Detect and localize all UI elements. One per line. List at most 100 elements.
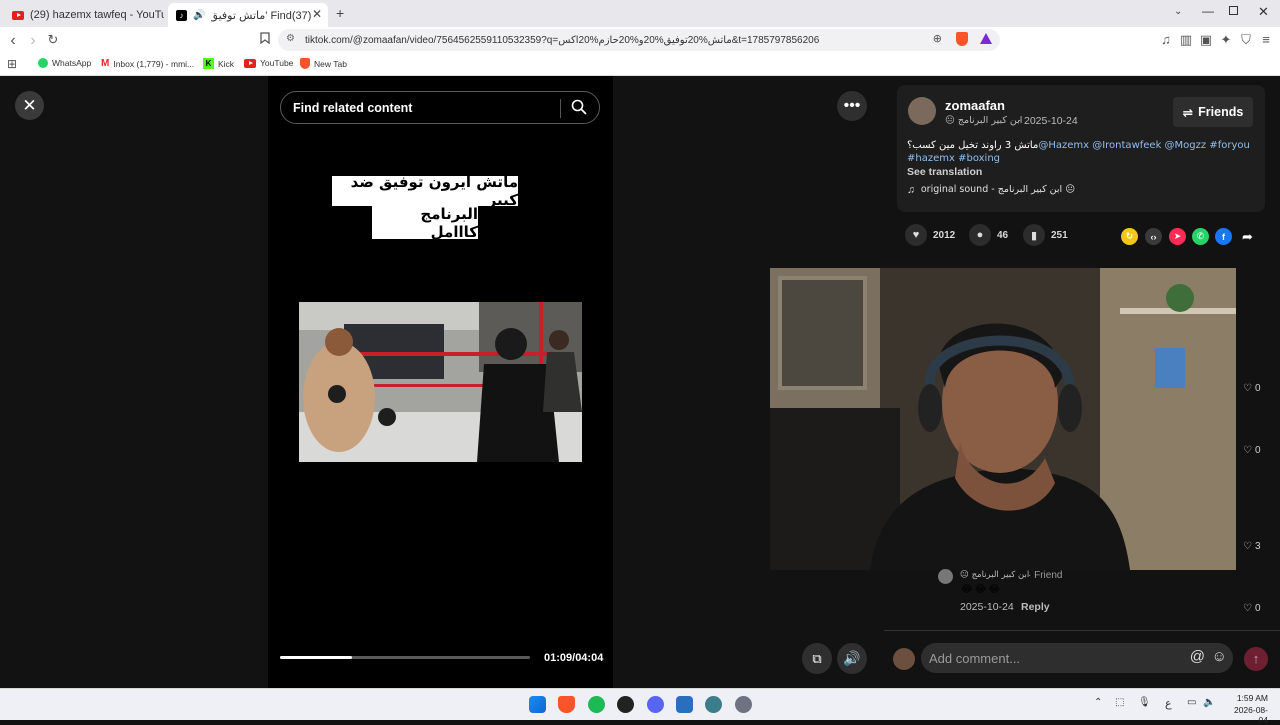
embed-icon[interactable]: ‹› — [1145, 228, 1162, 245]
add-comment-input[interactable]: Add comment... @ ☺ — [921, 643, 1233, 673]
maximize-button[interactable] — [1229, 6, 1238, 15]
mention-link[interactable]: @Hazemx — [1038, 140, 1089, 151]
repost-icon[interactable]: ↻ — [1121, 228, 1138, 245]
whatsapp-share-icon[interactable]: ✆ — [1192, 228, 1209, 245]
avatar[interactable] — [908, 97, 936, 125]
bookmark-youtube[interactable]: YouTube — [244, 58, 293, 68]
share-arrow-icon[interactable]: ➦ — [1239, 228, 1256, 245]
comment-like[interactable]: ♡ 0 — [1243, 383, 1261, 394]
close-tab-icon[interactable]: ✕ — [312, 7, 322, 21]
microphone-icon[interactable]: 🎙 — [1138, 697, 1151, 708]
zoom-icon[interactable]: ⊕ — [933, 32, 942, 45]
comment-like[interactable]: ♡ 3 — [1243, 541, 1261, 552]
friends-button[interactable]: ⇌ Friends — [1173, 97, 1253, 127]
bookmark-new-tab[interactable]: New Tab — [300, 58, 347, 69]
send-to-friend-icon[interactable]: ➤ — [1169, 228, 1186, 245]
tab-tiktok[interactable]: ♪ 🔊 (37)Find 'ماتش توفيق و حازم اكس ✕ — [168, 3, 328, 27]
like-count: 3 — [1254, 541, 1261, 552]
close-window-button[interactable]: ✕ — [1258, 4, 1269, 20]
brave-icon — [300, 58, 310, 69]
youtube-favicon-icon — [12, 10, 24, 20]
reload-icon[interactable]: ↻ — [45, 32, 61, 48]
volume-button[interactable]: 🔊 — [837, 643, 867, 674]
reply-button[interactable]: Reply — [1021, 601, 1050, 613]
discord-icon[interactable] — [647, 696, 664, 713]
tab-search-icon[interactable]: ⌄ — [1174, 6, 1182, 17]
leo-ai-icon[interactable]: ✦ — [1218, 32, 1234, 48]
bookmark-kick[interactable]: K Kick — [203, 58, 234, 69]
friends-label: Friends — [1198, 105, 1244, 119]
bookmark-page-icon[interactable] — [257, 32, 273, 47]
network-icon[interactable]: ▭ — [1187, 697, 1196, 708]
heart-icon[interactable]: ♥ — [905, 224, 927, 246]
comment-like[interactable]: ♡ 0 — [1243, 445, 1261, 456]
menu-icon[interactable]: ≡ — [1258, 32, 1274, 47]
save-stat[interactable]: ▮ 251 — [1023, 224, 1068, 246]
bookmark-label: WhatsApp — [52, 58, 92, 68]
bookmark-gmail[interactable]: M Inbox (1,779) - mmi... — [101, 58, 194, 69]
close-video-button[interactable]: ✕ — [15, 91, 44, 120]
facebook-share-icon[interactable]: f — [1215, 228, 1232, 245]
comment-like[interactable]: ♡ 0 — [1243, 603, 1261, 614]
brave-taskbar-icon[interactable] — [558, 696, 575, 713]
new-tab-button[interactable]: + — [336, 5, 344, 21]
description-text: ماتش 3 راوند تخيل مين كسب؟ — [907, 140, 1039, 151]
wallet-icon[interactable]: ▣ — [1198, 32, 1214, 48]
volume-tray-icon[interactable]: 🔈 — [1203, 697, 1215, 708]
tray-app-icon[interactable]: ⬚ — [1115, 697, 1124, 708]
forward-icon[interactable]: › — [25, 32, 41, 50]
mention-link[interactable]: @Irontawfeek — [1092, 140, 1161, 151]
pip-button[interactable]: ⧉ — [802, 643, 832, 674]
tray-chevron-icon[interactable]: ⌃ — [1094, 697, 1102, 708]
search-icon[interactable] — [571, 99, 587, 118]
sidebar-icon[interactable]: ▥ — [1178, 32, 1194, 48]
hashtag-link[interactable]: #foryou — [1209, 140, 1250, 151]
heart-outline-icon: ♡ — [1243, 383, 1252, 394]
tab-youtube[interactable]: (29) hazemx tawfeq - YouTube — [4, 3, 164, 27]
avatar[interactable] — [938, 569, 953, 584]
media-icon[interactable]: ♫ — [1158, 32, 1174, 47]
minimize-button[interactable]: — — [1202, 4, 1214, 18]
video-caption-line1: ماتش ايرون توفيق ضد كبير — [332, 173, 518, 209]
search-input[interactable]: Find related content — [280, 91, 600, 124]
music-note-icon: ♫ — [907, 184, 915, 196]
like-stat[interactable]: ♥ 2012 — [905, 224, 955, 246]
site-info-icon[interactable]: ⚙ — [286, 33, 295, 44]
mention-icon[interactable]: @ — [1190, 648, 1205, 665]
hashtag-link[interactable]: #boxing — [958, 153, 1000, 164]
bookmark-icon[interactable]: ▮ — [1023, 224, 1045, 246]
reply-author[interactable]: ابن كبير البرنامج 😐 — [960, 570, 1029, 580]
comment-icon[interactable]: ● — [969, 224, 991, 246]
brave-shields-icon[interactable] — [956, 32, 968, 46]
comment-stat[interactable]: ● 46 — [969, 224, 1008, 246]
brave-rewards-icon[interactable] — [980, 33, 992, 44]
windows-start-icon[interactable] — [529, 696, 546, 713]
see-translation-link[interactable]: See translation — [907, 166, 982, 178]
progress-bar[interactable] — [280, 656, 530, 659]
sound-link[interactable]: ♫ original sound - ابن كبير البرنامج 😐 — [907, 184, 1075, 196]
spotify-icon[interactable] — [588, 696, 605, 713]
capture-app-icon[interactable] — [676, 696, 693, 713]
emoji-icon[interactable]: ☺ — [1212, 648, 1227, 665]
reply-badge: · Friend — [1028, 570, 1063, 581]
language-indicator[interactable]: ع — [1165, 697, 1172, 710]
heart-outline-icon: ♡ — [1243, 445, 1252, 456]
username[interactable]: zomaafan — [945, 98, 1005, 113]
more-options-button[interactable]: ••• — [837, 91, 867, 121]
url-bar[interactable]: ⚙ tiktok.com/@zomaafan/video/75645625591… — [278, 29, 1000, 51]
obs-icon[interactable] — [617, 696, 634, 713]
vpn-icon[interactable]: ⛉ — [1238, 32, 1254, 48]
post-comment-button[interactable]: ↑ — [1244, 647, 1268, 671]
settings-icon[interactable] — [735, 696, 752, 713]
video-player[interactable]: Find related content ماتش ايرون توفيق ضد… — [268, 76, 613, 688]
hashtag-link[interactable]: #hazemx — [907, 153, 955, 164]
network-app-icon[interactable] — [705, 696, 722, 713]
back-icon[interactable]: ‹ — [5, 32, 21, 50]
mention-link[interactable]: @Mogzz — [1165, 140, 1207, 151]
reply-date: 2025-10-24 — [960, 601, 1014, 613]
bookmark-whatsapp[interactable]: WhatsApp — [38, 58, 91, 68]
apps-grid-icon[interactable]: ⊞ — [7, 57, 17, 71]
clock[interactable]: 1:59 AM 2026-08-04 — [1226, 693, 1268, 725]
like-count: 0 — [1254, 383, 1261, 394]
bookmark-label: Inbox (1,779) - mmi... — [113, 58, 195, 69]
